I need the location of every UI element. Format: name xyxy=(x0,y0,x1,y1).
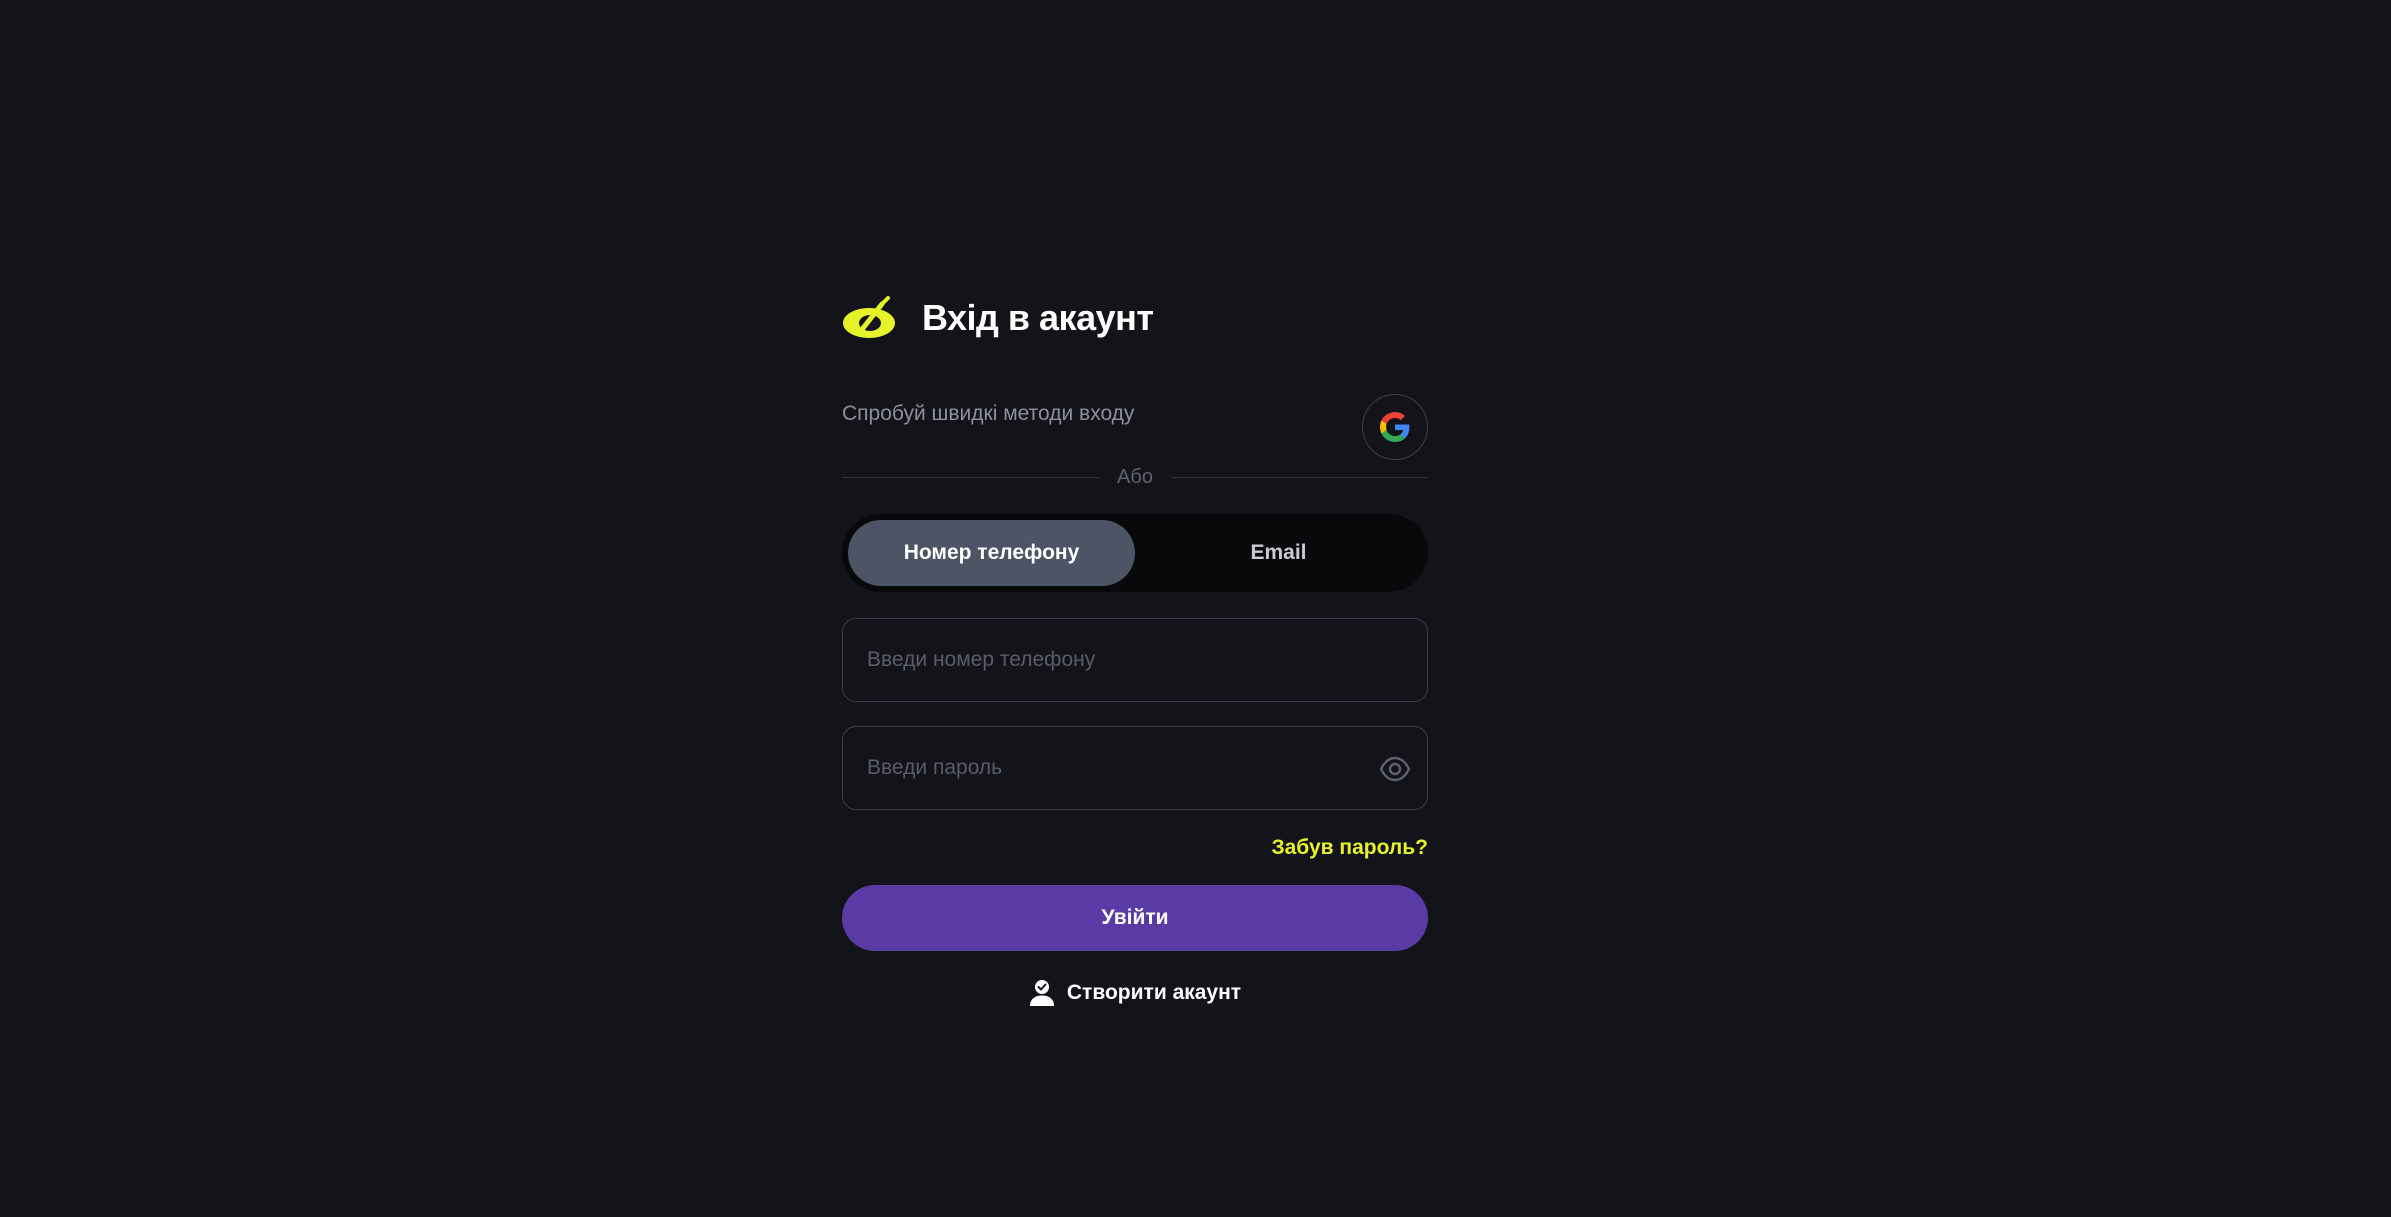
google-login-button[interactable] xyxy=(1362,394,1428,460)
login-button[interactable]: Увійти xyxy=(842,885,1428,951)
create-account-label: Створити акаунт xyxy=(1066,981,1242,1004)
eye-icon[interactable] xyxy=(1379,753,1411,785)
user-check-icon xyxy=(1029,980,1054,1006)
google-icon xyxy=(1380,412,1410,442)
create-account-link[interactable]: Створити акаунт xyxy=(842,979,1428,1007)
page-title: Вхід в акаунт xyxy=(922,297,1154,338)
tab-email[interactable]: Email xyxy=(1135,520,1422,586)
tab-phone[interactable]: Номер телефону xyxy=(848,520,1135,586)
login-card: Вхід в акаунт Спробуй швидкі методи вход… xyxy=(842,292,1429,1007)
forgot-password-link[interactable]: Забув пароль? xyxy=(1271,836,1428,859)
forgot-password-row: Забув пароль? xyxy=(842,836,1428,864)
header: Вхід в акаунт xyxy=(842,292,1428,344)
olive-logo-icon xyxy=(843,296,895,338)
quick-login-text: Спробуй швидкі методи входу xyxy=(842,402,1135,425)
password-field-wrapper xyxy=(842,726,1428,810)
quick-login-row: Спробуй швидкі методи входу xyxy=(842,394,1428,460)
divider-label: Або xyxy=(1117,465,1153,488)
divider-line-right xyxy=(1170,476,1429,478)
login-method-tabs: Номер телефону Email xyxy=(842,514,1428,592)
divider-line-left xyxy=(842,476,1100,478)
or-divider: Або xyxy=(842,464,1429,490)
password-input[interactable] xyxy=(843,727,1427,809)
phone-input[interactable] xyxy=(843,619,1427,701)
phone-field-wrapper xyxy=(842,618,1428,702)
